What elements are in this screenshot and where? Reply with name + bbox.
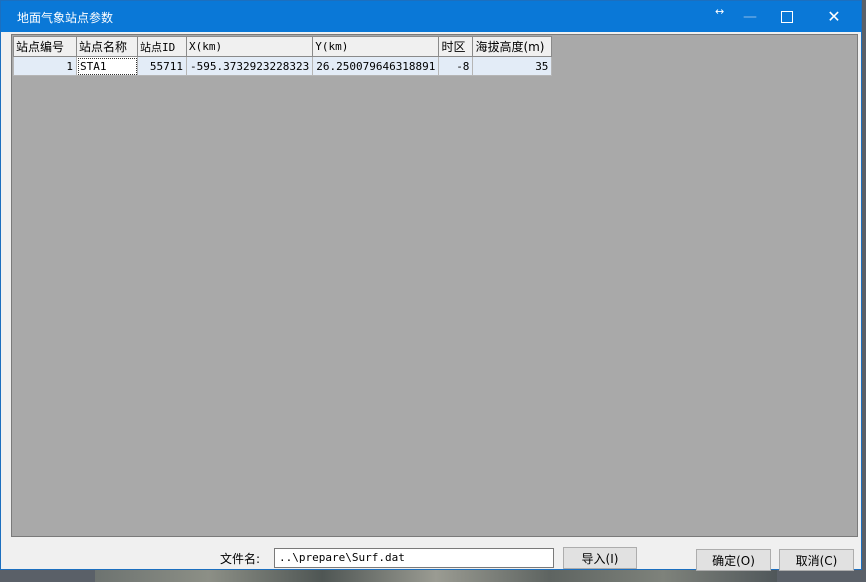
cell-timezone[interactable]: -8 bbox=[438, 56, 474, 76]
column-header-station-name[interactable]: 站点名称 bbox=[76, 36, 138, 57]
cancel-button[interactable]: 取消(C) bbox=[779, 549, 854, 571]
column-header-x[interactable]: X(km) bbox=[185, 36, 314, 57]
import-button[interactable]: 导入(I) bbox=[563, 547, 637, 569]
column-header-station-no[interactable]: 站点编号 bbox=[13, 36, 77, 57]
maximize-icon bbox=[781, 10, 793, 23]
header-row: 站点编号 站点名称 站点ID X(km) Y(km) 时区 海拔高度(m) bbox=[13, 36, 553, 57]
cell-station-name[interactable]: STA1 bbox=[76, 56, 138, 76]
column-header-altitude[interactable]: 海拔高度(m) bbox=[472, 36, 553, 57]
column-header-y[interactable]: Y(km) bbox=[312, 36, 440, 57]
column-header-station-id[interactable]: 站点ID bbox=[137, 36, 187, 57]
cell-station-id[interactable]: 55711 bbox=[137, 56, 187, 76]
station-grid[interactable]: 站点编号 站点名称 站点ID X(km) Y(km) 时区 海拔高度(m) 1 … bbox=[11, 34, 858, 537]
file-name-label: 文件名: bbox=[220, 552, 261, 566]
title-bar[interactable]: 地面气象站点参数 ↔ — ✕ bbox=[1, 1, 861, 32]
column-header-timezone[interactable]: 时区 bbox=[438, 36, 474, 57]
maximize-button[interactable] bbox=[764, 1, 810, 32]
minimize-icon: — bbox=[743, 8, 757, 25]
close-button[interactable]: ✕ bbox=[811, 1, 857, 32]
cell-y[interactable]: 26.250079646318891 bbox=[312, 56, 440, 76]
cell-station-no[interactable]: 1 bbox=[13, 56, 77, 76]
cell-x[interactable]: -595.3732923228323 bbox=[185, 56, 314, 76]
close-icon: ✕ bbox=[827, 7, 841, 26]
dialog-window: 地面气象站点参数 ↔ — ✕ 站点编号 站点名称 站点ID X(km) Y(km… bbox=[0, 0, 862, 571]
window-title: 地面气象站点参数 bbox=[17, 11, 114, 25]
desktop-background bbox=[95, 570, 777, 582]
station-table: 站点编号 站点名称 站点ID X(km) Y(km) 时区 海拔高度(m) 1 … bbox=[13, 36, 553, 76]
resize-arrows-icon: ↔ bbox=[715, 5, 725, 18]
ok-button[interactable]: 确定(O) bbox=[696, 549, 771, 571]
file-name-field[interactable]: ..\prepare\Surf.dat bbox=[274, 548, 554, 568]
footer-bar: 文件名: ..\prepare\Surf.dat 导入(I) 确定(O) 取消(… bbox=[1, 537, 861, 571]
table-row[interactable]: 1 STA1 55711 -595.3732923228323 26.25007… bbox=[13, 56, 553, 76]
cell-altitude[interactable]: 35 bbox=[472, 56, 553, 76]
